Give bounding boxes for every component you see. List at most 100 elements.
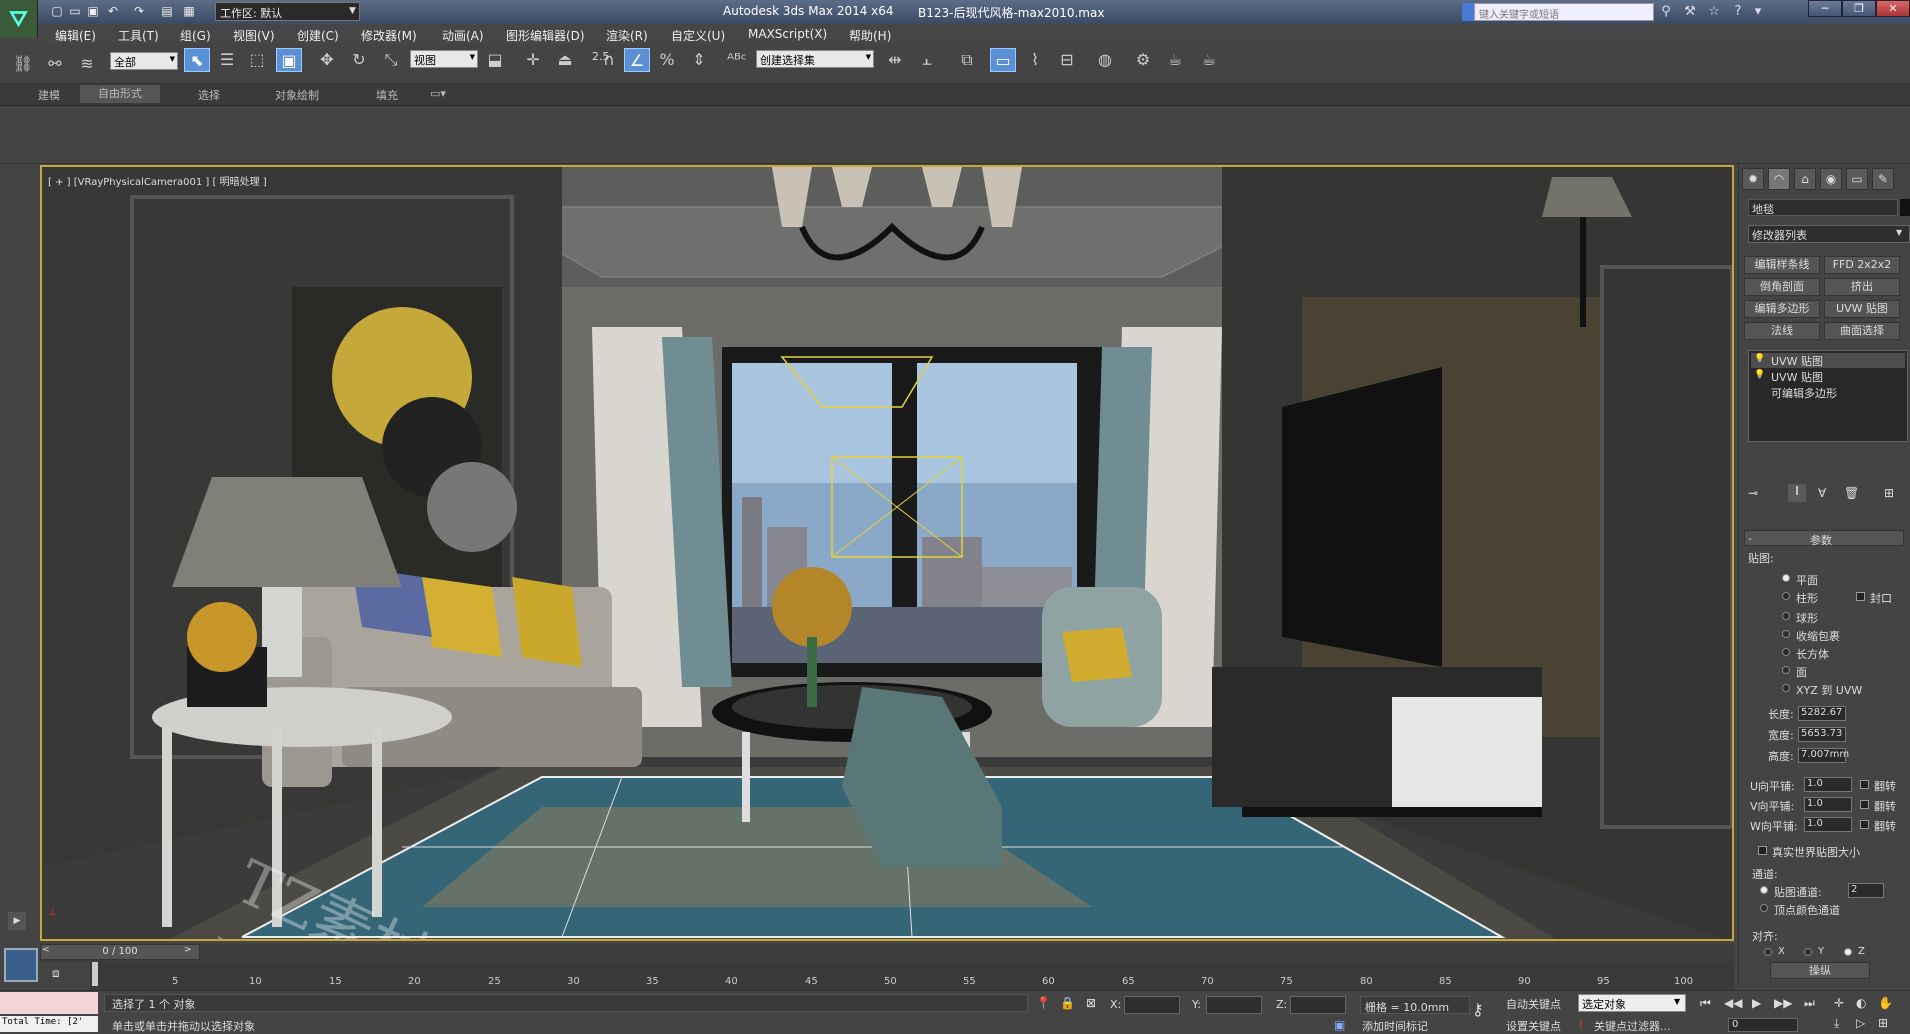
isolate-selection-icon[interactable]: 📍 (1036, 996, 1051, 1010)
show-end-result-icon[interactable]: I (1788, 484, 1806, 502)
workspace-dropdown[interactable]: 工作区: 默认 (215, 2, 360, 21)
keyboard-shortcut-override-icon[interactable]: ⏏ (552, 48, 578, 72)
chevron-down-icon[interactable]: ▼ (345, 2, 360, 21)
search-arrow-icon[interactable] (1462, 3, 1474, 21)
goto-end-icon[interactable]: ⏭ (1804, 996, 1815, 1011)
search-input[interactable]: 键入关键字或短语 (1474, 3, 1654, 21)
w-flip-checkbox[interactable] (1860, 820, 1869, 829)
stack-item[interactable]: UVW 贴图 (1751, 369, 1905, 384)
object-color-swatch[interactable] (1900, 199, 1910, 216)
modify-tab-icon[interactable]: ◠ (1768, 168, 1790, 190)
align-x-radio[interactable] (1764, 948, 1772, 956)
orbit-icon[interactable]: ◐ (1856, 996, 1866, 1010)
minimize-button[interactable]: ─ (1808, 0, 1842, 17)
move-icon[interactable]: ✥ (314, 48, 340, 72)
create-tab-icon[interactable]: ✹ (1742, 168, 1764, 190)
angle-snap-icon[interactable]: ∠ (624, 48, 650, 72)
viewport-label[interactable]: [ + ] [VRayPhysicalCamera001 ] [ 明暗处理 ] (48, 173, 267, 188)
unlink-icon[interactable]: ⚯ (42, 52, 68, 76)
modifier-bevel-profile-button[interactable]: 倒角剖面 (1744, 278, 1820, 296)
play-icon[interactable]: ▶ (1752, 996, 1761, 1010)
help-icon[interactable]: ? (1728, 3, 1748, 21)
expand-viewport-icon[interactable]: ▶ (8, 912, 26, 930)
mapping-planar-radio[interactable] (1782, 574, 1790, 582)
height-spinner[interactable]: 7.007mm (1798, 748, 1849, 763)
remove-modifier-icon[interactable]: 🗑 (1844, 486, 1859, 500)
menu-tools[interactable]: 工具(T) (118, 27, 159, 44)
snap-toggle-icon[interactable]: ∩ (596, 48, 622, 72)
new-file-icon[interactable]: ▢ (48, 3, 66, 20)
stack-item[interactable]: UVW 贴图 (1751, 353, 1905, 368)
camera-viewport[interactable]: TZ素材网 www.tzsucai.com [ + ] [VRayPhysica… (40, 165, 1734, 941)
modifier-extrude-button[interactable]: 挤出 (1824, 278, 1900, 296)
maxscript-output[interactable]: Total Time: [2' (0, 1016, 98, 1032)
pivot-center-icon[interactable]: ⬓ (482, 48, 508, 72)
project-folder-icon[interactable]: ▤ (158, 3, 176, 20)
material-editor-icon[interactable]: ◍ (1092, 48, 1118, 72)
binoculars-icon[interactable]: ⚲ (1656, 3, 1676, 21)
chevron-right-icon[interactable]: > (184, 945, 192, 955)
render-production-icon[interactable]: ☕ (1196, 48, 1222, 72)
vertex-color-radio[interactable] (1760, 904, 1768, 912)
width-spinner[interactable]: 5653.73 (1798, 727, 1846, 742)
mapping-face-radio[interactable] (1782, 666, 1790, 674)
stack-item[interactable]: 可编辑多边形 (1751, 385, 1905, 400)
star-icon[interactable]: ☆ (1704, 3, 1724, 21)
workspace-icon[interactable]: ▦ (180, 3, 198, 20)
next-frame-icon[interactable]: ▶▶ (1774, 996, 1792, 1010)
tab-freeform[interactable]: 自由形式 (80, 85, 160, 103)
lightbulb-icon[interactable]: 💡 (1754, 354, 1765, 364)
pan-icon[interactable]: ✋ (1878, 996, 1893, 1010)
named-selection-dropdown[interactable]: 创建选择集 (756, 50, 874, 68)
modifier-uvw-map-button[interactable]: UVW 贴图 (1824, 300, 1900, 318)
menu-edit[interactable]: 编辑(E) (55, 27, 96, 44)
mirror-icon[interactable]: ⇹ (882, 48, 908, 72)
mini-curve-editor-icon[interactable]: ⧈ (52, 966, 60, 981)
menu-create[interactable]: 创建(C) (297, 27, 339, 44)
scale-icon[interactable]: ⤡ (378, 48, 404, 72)
selection-region-icon[interactable]: ⬚ (244, 48, 270, 72)
align-icon[interactable]: ⫠ (914, 48, 940, 72)
layer-manager-icon[interactable]: ⧉ (954, 48, 980, 72)
curve-editor-icon[interactable]: ⌇ (1022, 48, 1048, 72)
auto-key-button[interactable]: 自动关键点 (1506, 996, 1561, 1012)
motion-tab-icon[interactable]: ◉ (1820, 168, 1842, 190)
tab-selection[interactable]: 选择 (198, 87, 220, 103)
length-spinner[interactable]: 5282.67 (1798, 706, 1846, 721)
mapping-cylindrical-radio[interactable] (1782, 592, 1790, 600)
key-icon[interactable]: ⚷ (1472, 1000, 1484, 1019)
absolute-mode-icon[interactable]: ⊠ (1086, 996, 1096, 1010)
select-manipulate-icon[interactable]: ✛ (520, 48, 546, 72)
maximize-viewport-icon[interactable]: ⊞ (1878, 1016, 1888, 1030)
chevron-left-icon[interactable]: < (42, 945, 50, 955)
ref-coord-dropdown[interactable]: 视图 (410, 50, 478, 68)
modifier-edit-poly-button[interactable]: 编辑多边形 (1744, 300, 1820, 318)
communication-center-icon[interactable]: ⚒ (1680, 3, 1700, 21)
menu-modifiers[interactable]: 修改器(M) (361, 27, 417, 44)
key-filters-icon[interactable]: ⌇ (1578, 1018, 1583, 1031)
tab-modeling[interactable]: 建模 (38, 87, 60, 103)
select-object-icon[interactable]: ⬉ (184, 48, 210, 72)
x-coord-field[interactable] (1124, 996, 1180, 1014)
u-flip-checkbox[interactable] (1860, 780, 1869, 789)
menu-views[interactable]: 视图(V) (233, 27, 275, 44)
modifier-ffd-button[interactable]: FFD 2x2x2 (1824, 256, 1900, 274)
time-slider[interactable]: 0 / 100 (40, 944, 200, 960)
z-coord-field[interactable] (1290, 996, 1346, 1014)
rollout-collapse-icon[interactable]: - (1748, 532, 1752, 545)
bind-space-warp-icon[interactable]: ≋ (74, 52, 100, 76)
lightbulb-icon[interactable]: 💡 (1754, 370, 1765, 380)
u-tile-spinner[interactable]: 1.0 (1804, 777, 1852, 792)
percent-snap-icon[interactable]: % (654, 48, 680, 72)
mapping-shrinkwrap-radio[interactable] (1782, 630, 1790, 638)
current-frame-field[interactable]: 0 (1728, 1018, 1798, 1032)
previous-frame-icon[interactable]: ◀◀ (1724, 996, 1742, 1010)
menu-group[interactable]: 组(G) (180, 27, 211, 44)
maxscript-mini-listener[interactable] (0, 992, 98, 1014)
hierarchy-tab-icon[interactable]: ⌂ (1794, 168, 1816, 190)
mapping-xyz-uvw-radio[interactable] (1782, 684, 1790, 692)
pin-stack-icon[interactable]: ⊸ (1748, 486, 1758, 500)
configure-modifier-sets-icon[interactable]: ⊞ (1884, 486, 1894, 500)
link-icon[interactable]: ⛓ (10, 52, 36, 76)
map-channel-spinner[interactable]: 2 (1848, 883, 1884, 898)
